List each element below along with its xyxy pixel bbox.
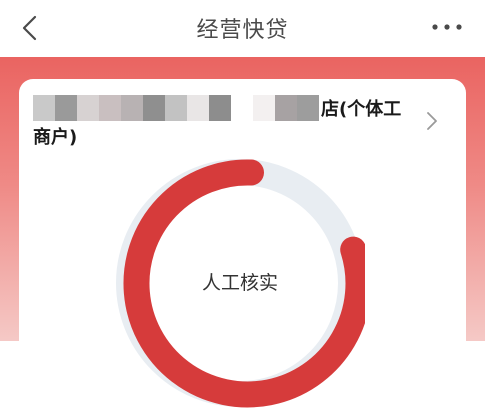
merchant-name-tail: 店(个体工 xyxy=(321,99,402,120)
merchant-name-row[interactable]: 店(个体工 商户) xyxy=(33,91,423,151)
redacted-name-mosaic xyxy=(33,95,319,121)
merchant-name-line2: 商户) xyxy=(33,127,78,148)
page-title: 经营快贷 xyxy=(196,18,289,43)
top-nav-bar: 经营快贷 xyxy=(0,0,485,57)
merchant-name-line1: 店(个体工 xyxy=(33,91,423,125)
chevron-right-icon[interactable] xyxy=(425,110,439,132)
more-dots-icon[interactable] xyxy=(429,15,465,39)
status-label: 人工核实 xyxy=(201,272,278,294)
